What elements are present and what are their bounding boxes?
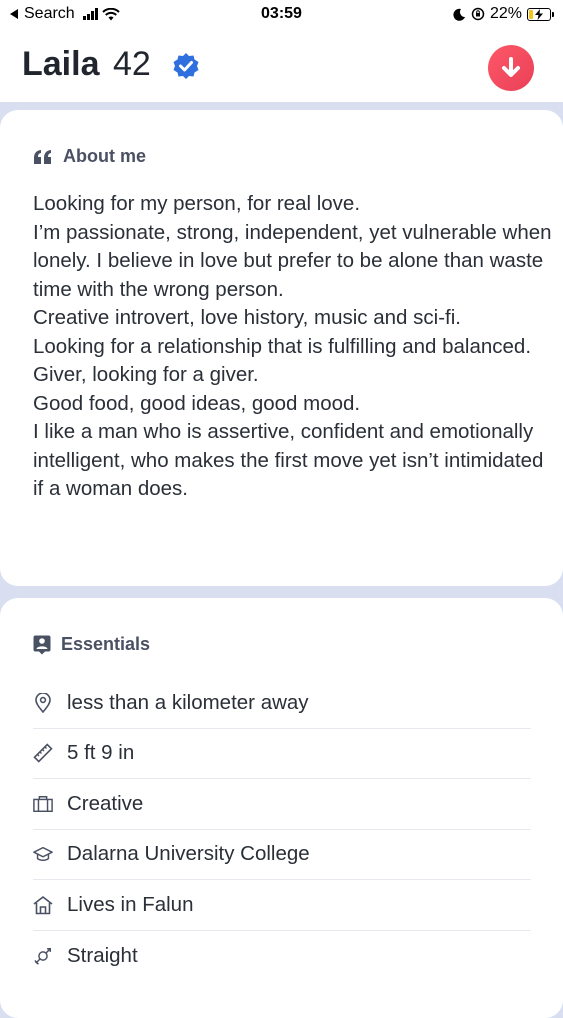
quote-icon <box>34 149 51 164</box>
collapse-profile-button[interactable] <box>488 45 534 91</box>
essential-label: Creative <box>67 791 144 815</box>
essential-job: Creative <box>33 779 531 830</box>
graduation-cap-icon <box>33 844 53 864</box>
briefcase-icon <box>33 794 53 814</box>
id-card-icon <box>33 635 51 654</box>
essential-label: less than a kilometer away <box>67 690 309 714</box>
verified-badge-icon <box>173 53 199 79</box>
status-bar: Search 03:59 22% <box>0 0 563 30</box>
arrow-down-icon <box>502 57 520 77</box>
essential-height: 5 ft 9 in <box>33 729 531 779</box>
moon-icon <box>453 8 465 21</box>
essentials-list: less than a kilometer away 5 ft 9 in Cre… <box>33 678 531 981</box>
about-me-card: About me Looking for my person, for real… <box>0 110 563 586</box>
essential-orientation: Straight <box>33 931 531 982</box>
about-me-text: Looking for my person, for real love. I’… <box>33 192 552 500</box>
essentials-title: Essentials <box>61 634 151 654</box>
essential-label: Lives in Falun <box>67 892 194 916</box>
essential-label: Dalarna University College <box>67 842 310 866</box>
location-pin-icon <box>33 692 53 713</box>
home-icon <box>33 895 53 915</box>
essential-label: 5 ft 9 in <box>67 741 135 765</box>
profile-header: Laila 42 <box>0 30 563 102</box>
essential-label: Straight <box>67 943 138 967</box>
essential-residence: Lives in Falun <box>33 880 531 931</box>
ruler-icon <box>33 743 53 763</box>
battery-percent: 22% <box>489 5 522 22</box>
rotation-lock-icon <box>471 7 485 21</box>
essentials-heading: Essentials <box>33 634 150 655</box>
gender-icon <box>33 946 53 966</box>
essential-education: Dalarna University College <box>33 830 531 880</box>
profile-name: Laila <box>22 45 100 83</box>
about-me-title: About me <box>63 146 146 166</box>
about-me-heading: About me <box>33 146 146 167</box>
essential-distance: less than a kilometer away <box>33 678 531 729</box>
profile-age: 42 <box>113 45 151 83</box>
battery-icon <box>527 7 554 21</box>
essentials-card: Essentials less than a kilometer away 5 … <box>0 598 563 1018</box>
